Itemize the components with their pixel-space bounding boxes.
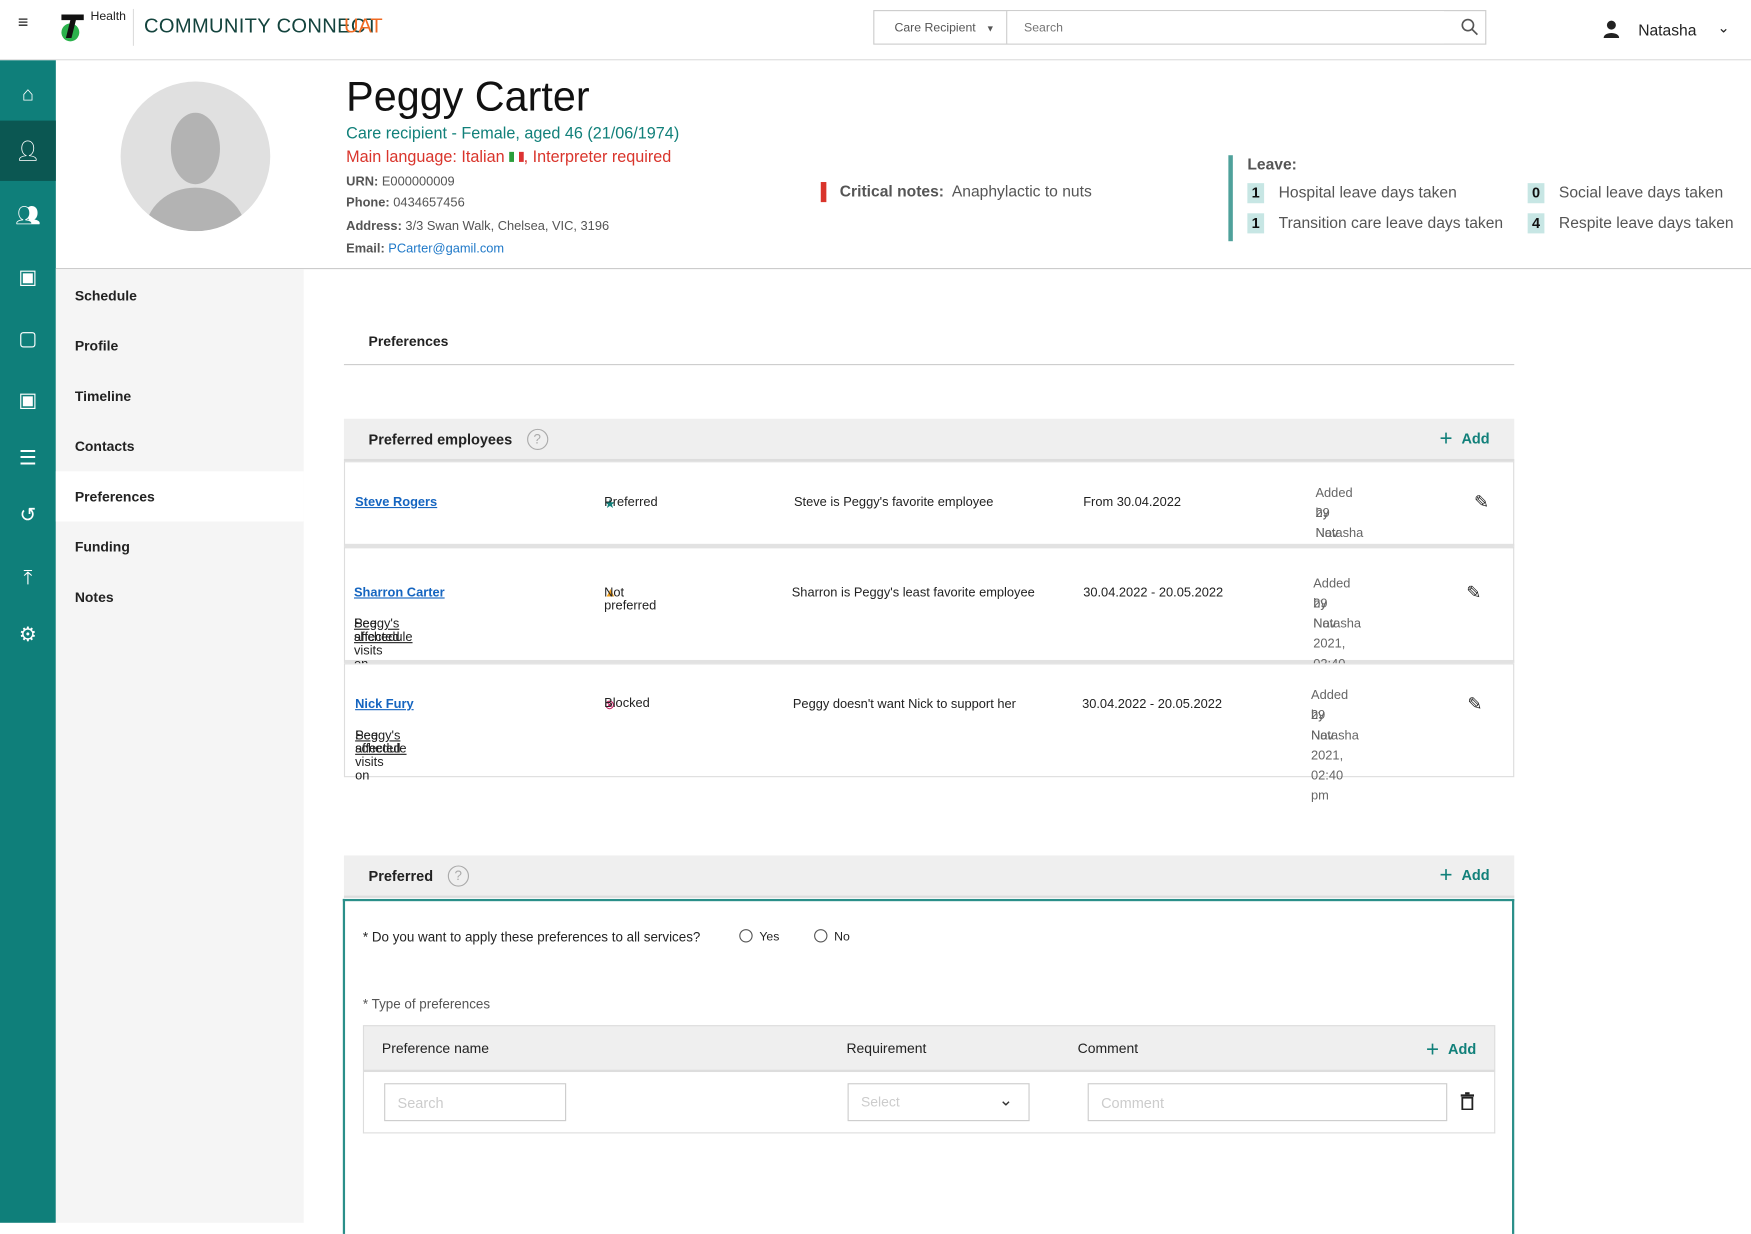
- table-row: Nick Fury ⊗ Blocked Peggy doesn't want N…: [343, 663, 1515, 803]
- nav-notes[interactable]: Notes: [56, 572, 304, 622]
- leave-label: Leave:: [1247, 155, 1297, 174]
- comment: Steve is Peggy's favorite employee: [793, 495, 994, 510]
- interpreter-required: Interpreter required: [532, 148, 672, 167]
- add-preference-row-button[interactable]: + Add: [1426, 1037, 1476, 1063]
- upload-icon[interactable]: ⤒: [0, 547, 56, 607]
- critical-notes: Critical notes: Anaphylactic to nuts: [839, 182, 1092, 200]
- col-requirement: Requirement: [846, 1040, 927, 1057]
- table-row: Sharron Carter ▲ Not preferred Sharron i…: [343, 547, 1515, 691]
- comment: Sharron is Peggy's least favorite employ…: [791, 586, 1035, 600]
- search-scope-select[interactable]: Care Recipient ▼: [874, 11, 1008, 44]
- employee-link[interactable]: Sharron Carter: [354, 586, 445, 599]
- email: Email: PCarter@gamil.com: [346, 242, 505, 256]
- critical-marker: [820, 182, 827, 203]
- help-icon[interactable]: ?: [447, 864, 469, 887]
- people-icon[interactable]: 👥︎: [0, 185, 56, 245]
- avatar: [120, 81, 271, 232]
- edit-icon[interactable]: ✎: [1466, 582, 1481, 604]
- trash-icon[interactable]: [1460, 1092, 1475, 1110]
- search-icon[interactable]: [1461, 18, 1479, 36]
- table-row: Steve Rogers ★ Preferred Steve is Peggy'…: [343, 461, 1515, 601]
- nav-timeline[interactable]: Timeline: [56, 371, 304, 421]
- leave-transition: 1 Transition care leave days taken: [1247, 213, 1503, 234]
- preference-name-input[interactable]: [384, 1083, 567, 1122]
- employee-link[interactable]: Steve Rogers: [355, 496, 437, 509]
- email-link[interactable]: PCarter@gamil.com: [388, 242, 504, 255]
- telstra-logo: [61, 14, 84, 42]
- language-line: Main language: Italian , Interpreter req…: [346, 148, 672, 167]
- radio-no[interactable]: No: [814, 929, 850, 944]
- preference-row: Select⌄: [362, 1072, 1496, 1134]
- user-name[interactable]: Natasha: [1638, 21, 1696, 39]
- main-language: Main language: Italian: [346, 148, 505, 167]
- calendar-icon[interactable]: ▢: [0, 308, 56, 368]
- hamburger-menu-icon[interactable]: ≡: [18, 13, 28, 33]
- add-employee-button[interactable]: + Add: [1439, 426, 1489, 452]
- home-icon[interactable]: ⌂: [0, 64, 56, 124]
- calendar-event-icon[interactable]: ▣: [0, 370, 56, 430]
- edit-icon[interactable]: ✎: [1467, 693, 1482, 715]
- period: 30.04.2022 - 20.05.2022: [1082, 697, 1223, 712]
- history-icon[interactable]: ↺: [0, 485, 56, 545]
- global-search: Care Recipient ▼: [873, 10, 1487, 45]
- plus-icon: +: [1439, 862, 1453, 888]
- comment-input[interactable]: [1087, 1083, 1448, 1122]
- preferred-employees-header: Preferred employees? + Add: [343, 418, 1515, 462]
- edit-icon[interactable]: ✎: [1474, 491, 1489, 513]
- section-title: Preferred employees: [368, 430, 513, 448]
- col-comment: Comment: [1077, 1040, 1139, 1057]
- nav-contacts[interactable]: Contacts: [56, 421, 304, 471]
- section-title: Preferred: [368, 867, 434, 884]
- sidebar: ⌂ 👤︎ 👥︎ ▣ ▢ ▣ ☰ ↺ ⤒ ⚙: [0, 60, 56, 1223]
- col-preference-name: Preference name: [381, 1040, 489, 1057]
- recipient-name: Peggy Carter: [346, 73, 590, 120]
- person-icon[interactable]: 👤︎: [0, 120, 56, 181]
- requirement-select[interactable]: Select ⌄: [847, 1083, 1030, 1122]
- add-preferred-button[interactable]: + Add: [1439, 863, 1489, 889]
- nav-schedule[interactable]: Schedule: [56, 270, 304, 320]
- phone: Phone: 0434657456: [346, 196, 465, 210]
- leave-social: 0 Social leave days taken: [1527, 183, 1723, 204]
- address: Address: 3/3 Swan Walk, Chelsea, VIC, 31…: [346, 219, 610, 234]
- italy-flag-icon: [509, 151, 524, 162]
- urn: URN: E000000009: [346, 175, 455, 189]
- nav-profile[interactable]: Profile: [56, 320, 304, 370]
- chevron-down-icon[interactable]: ⌄: [1717, 19, 1729, 37]
- schedule-link[interactable]: Peggy's shchedule: [354, 618, 413, 645]
- checklist-icon[interactable]: ☰: [0, 428, 56, 488]
- section-nav: Schedule Profile Timeline Contacts Prefe…: [55, 269, 304, 1223]
- preferences-table-header: Preference name Requirement Comment + Add: [362, 1025, 1496, 1073]
- caret-down-icon: ▼: [985, 23, 995, 34]
- gear-icon[interactable]: ⚙: [0, 604, 56, 664]
- period: 30.04.2022 - 20.05.2022: [1083, 586, 1224, 600]
- preferred-header: Preferred? + Add: [343, 855, 1515, 898]
- nav-funding[interactable]: Funding: [56, 521, 304, 571]
- radio-yes[interactable]: Yes: [739, 929, 779, 944]
- tab-preferences[interactable]: Preferences: [369, 334, 449, 350]
- leave-hospital: 1 Hospital leave days taken: [1247, 183, 1457, 204]
- chevron-down-icon: ⌄: [998, 1091, 1013, 1110]
- apply-question: * Do you want to apply these preferences…: [362, 929, 701, 945]
- period: From 30.04.2022: [1083, 495, 1182, 510]
- leave-marker: [1228, 155, 1233, 242]
- plus-icon: +: [1439, 426, 1453, 451]
- help-icon[interactable]: ?: [526, 428, 548, 450]
- recipient-summary: Care recipient - Female, aged 46 (21/06/…: [346, 125, 680, 143]
- leave-respite: 4 Respite leave days taken: [1527, 213, 1734, 234]
- preferred-form: * Do you want to apply these preferences…: [342, 898, 1515, 1234]
- nav-preferences[interactable]: Preferences: [55, 471, 304, 522]
- type-label: * Type of preferences: [362, 996, 491, 1012]
- brand-health: Health: [90, 10, 126, 24]
- plus-icon: +: [1426, 1037, 1440, 1062]
- search-input[interactable]: [1008, 11, 1444, 44]
- env-label: UAT: [343, 14, 383, 37]
- user-icon: [1603, 20, 1620, 38]
- comment: Peggy doesn't want Nick to support her: [792, 697, 1016, 712]
- calendar-check-icon[interactable]: ▣: [0, 247, 56, 307]
- employee-link[interactable]: Nick Fury: [355, 698, 414, 711]
- search-scope-value: Care Recipient: [894, 21, 976, 35]
- top-header: ≡ Health COMMUNITY CONNECT UAT Care Reci…: [0, 0, 1751, 61]
- schedule-link[interactable]: Peggy's schedule: [355, 729, 406, 756]
